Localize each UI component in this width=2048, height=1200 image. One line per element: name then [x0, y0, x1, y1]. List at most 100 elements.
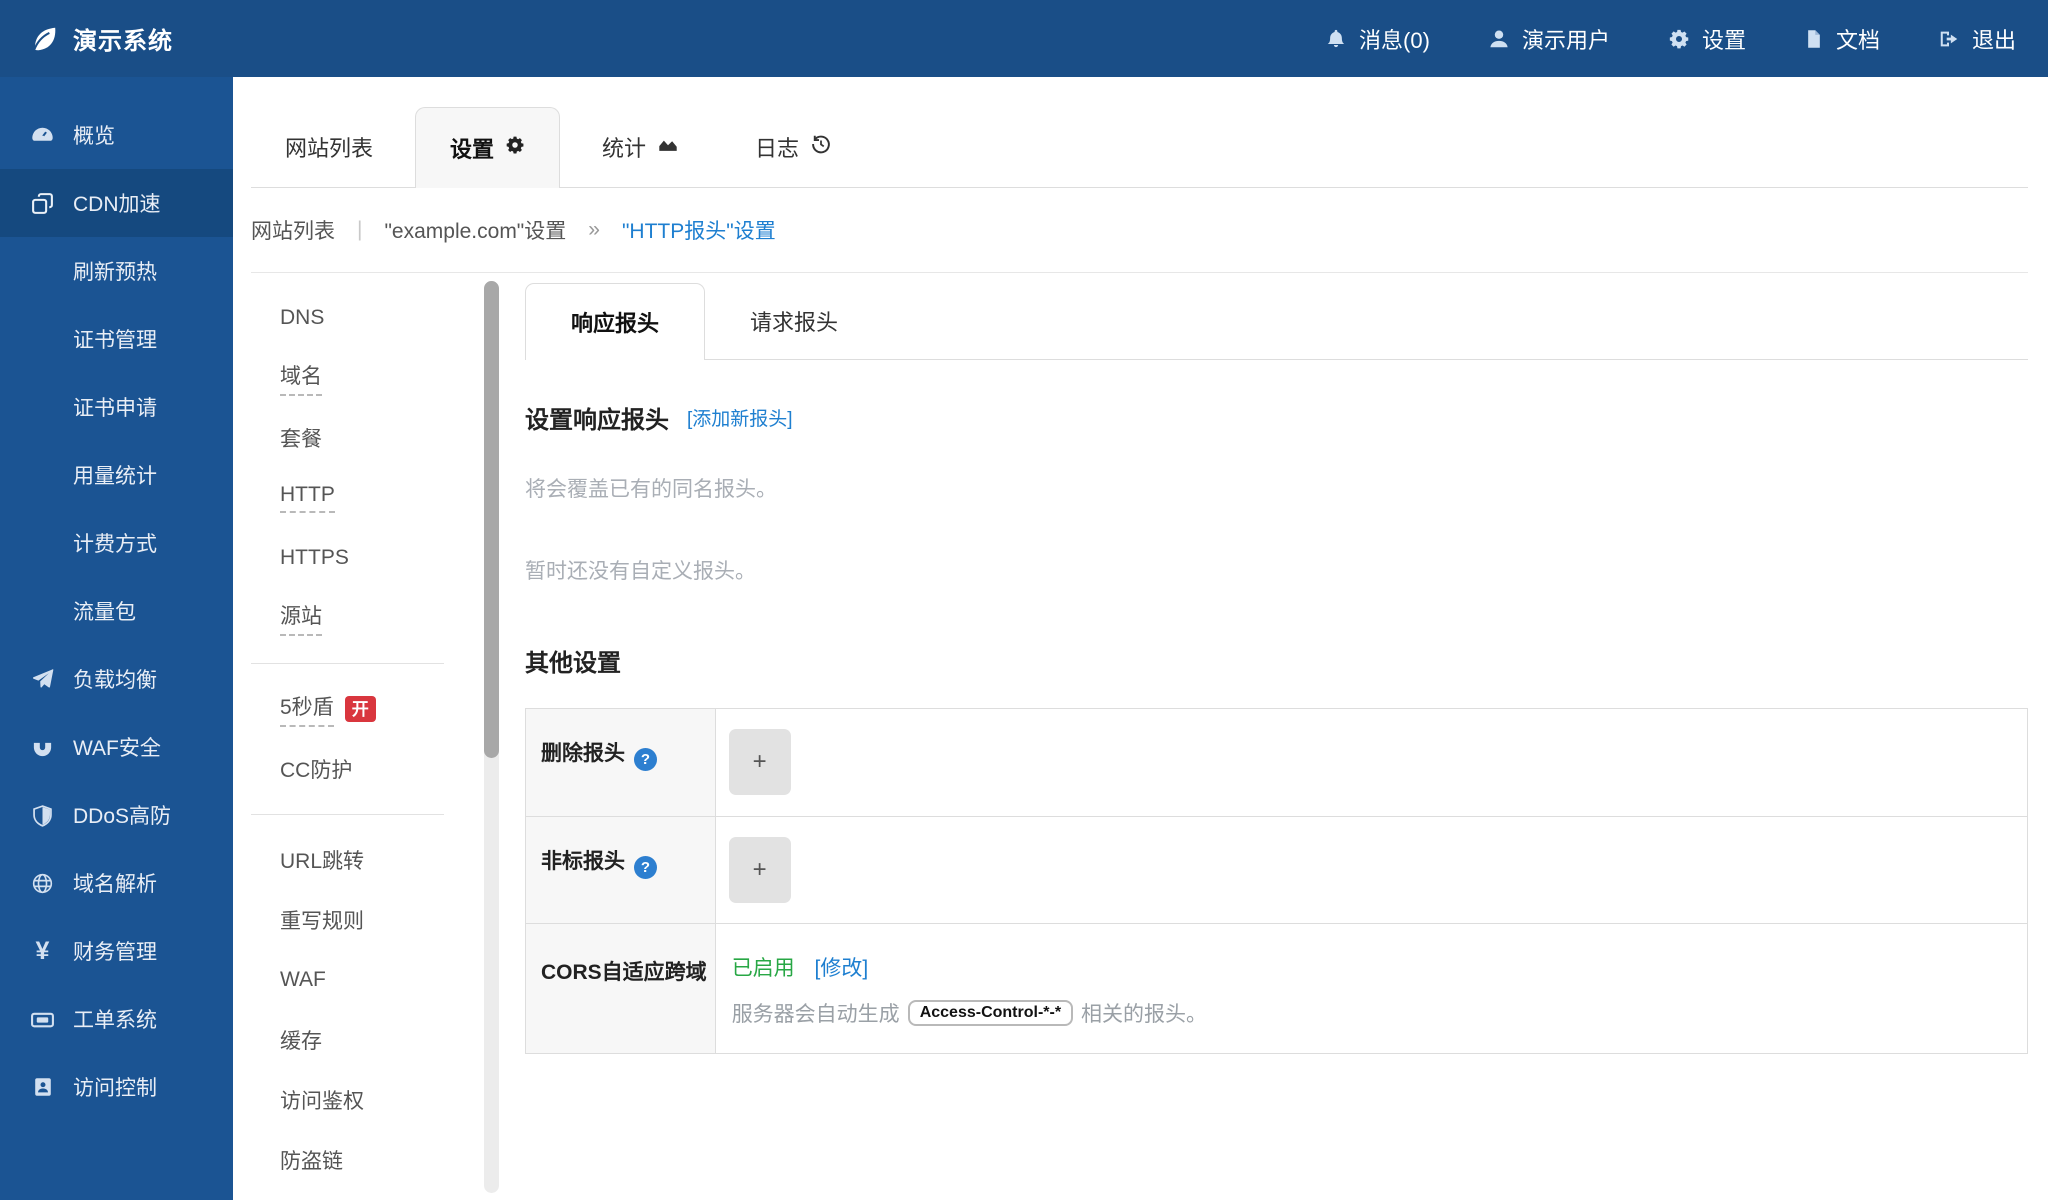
settings-label: 设置 [1702, 23, 1746, 55]
row-label-cell: 删除报头? [526, 709, 716, 817]
subnav-divider [251, 663, 444, 664]
subnav-item-rewrite-rules[interactable]: 重写规则 [251, 890, 499, 950]
sidebar-item-cdn[interactable]: CDN加速 [0, 169, 233, 237]
sidebar-item-label: CDN加速 [73, 188, 161, 218]
leaf-icon [30, 25, 58, 53]
sidebar-item-cert-manage[interactable]: 证书管理 [0, 305, 233, 373]
subnav-item-plan[interactable]: 套餐 [251, 408, 499, 468]
app-brand[interactable]: 演示系统 [0, 21, 173, 56]
tab-response-headers[interactable]: 响应报头 [525, 283, 705, 360]
breadcrumb-separator: | [357, 218, 362, 242]
clone-icon [29, 191, 56, 216]
row-value-cell: 已启用 [修改] 服务器会自动生成 Access-Control-*-* 相关的… [715, 924, 2027, 1054]
cors-edit-link[interactable]: [修改] [815, 957, 869, 980]
subnav-item-cc-protect[interactable]: CC防护 [251, 739, 499, 799]
subnav-item-hotlink[interactable]: 防盗链 [251, 1130, 499, 1190]
document-icon [1804, 28, 1824, 50]
row-label-cell: 非标报头? [526, 817, 716, 924]
cors-status-badge: 已启用 [732, 957, 795, 980]
access-control-code: Access-Control-*-* [908, 1000, 1073, 1026]
table-row-cors: CORS自适应跨域 已启用 [修改] 服务器会自动生成 Access-Contr… [526, 924, 2028, 1054]
breadcrumb-site-settings[interactable]: "example.com"设置 [384, 215, 566, 245]
globe-icon [29, 872, 56, 895]
row-value-cell: + [715, 817, 2027, 924]
subnav-item-dns[interactable]: DNS [251, 288, 499, 348]
ticket-icon [29, 1007, 56, 1032]
magnet-icon [29, 736, 56, 759]
table-row-nonstandard-headers: 非标报头? + [526, 817, 2028, 924]
paper-plane-icon [29, 667, 56, 691]
subnav-scrollbar-thumb[interactable] [484, 281, 499, 758]
sidebar-item-dns-resolve[interactable]: 域名解析 [0, 849, 233, 917]
gear-icon [505, 135, 525, 161]
table-row-remove-headers: 删除报头? + [526, 709, 2028, 817]
subnav-item-domain[interactable]: 域名 [251, 348, 499, 408]
yen-icon: ¥ [29, 937, 56, 966]
subnav-item-5s-shield[interactable]: 5秒盾 开 [251, 679, 499, 739]
breadcrumb-http-headers[interactable]: "HTTP报头"设置 [622, 215, 776, 245]
logout-menu-item[interactable]: 退出 [1938, 23, 2016, 55]
overwrite-note: 将会覆盖已有的同名报头。 [525, 473, 2028, 503]
subnav-scrollbar-track[interactable] [484, 281, 499, 1193]
brand-title: 演示系统 [73, 21, 173, 56]
subnav-item-https[interactable]: HTTPS [251, 528, 499, 588]
tab-logs[interactable]: 日志 [721, 107, 866, 187]
subnav-item-waf[interactable]: WAF [251, 950, 499, 1010]
other-settings-table: 删除报头? + 非标报头? + CORS自适应跨域 [525, 708, 2028, 1054]
id-card-icon [29, 1075, 56, 1099]
sidebar-item-overview[interactable]: 概览 [0, 101, 233, 169]
subnav-item-http[interactable]: HTTP [251, 468, 499, 528]
docs-menu-item[interactable]: 文档 [1804, 23, 1880, 55]
subnav-item-cache[interactable]: 缓存 [251, 1010, 499, 1070]
sidebar-item-traffic-pack[interactable]: 流量包 [0, 577, 233, 645]
user-menu-item[interactable]: 演示用户 [1488, 23, 1610, 55]
tab-request-headers[interactable]: 请求报头 [705, 283, 883, 359]
tab-settings[interactable]: 设置 [415, 107, 560, 188]
settings-menu-item[interactable]: 设置 [1668, 23, 1746, 55]
sidebar-item-tickets[interactable]: 工单系统 [0, 985, 233, 1053]
subnav-item-url-redirect[interactable]: URL跳转 [251, 830, 499, 890]
main-area: 网站列表 设置 统计 日志 网站列表 | "example.com"设置 » "… [233, 77, 2048, 1200]
help-question-icon[interactable]: ? [634, 856, 657, 879]
empty-note: 暂时还没有自定义报头。 [525, 555, 2028, 585]
tab-site-list[interactable]: 网站列表 [251, 107, 407, 187]
breadcrumb-separator: » [588, 218, 600, 242]
subnav-item-access-auth[interactable]: 访问鉴权 [251, 1070, 499, 1130]
other-settings-title: 其他设置 [525, 643, 2028, 678]
sidebar-item-finance[interactable]: ¥ 财务管理 [0, 917, 233, 985]
add-nonstandard-header-button[interactable]: + [729, 837, 791, 903]
sidebar-item-access-control[interactable]: 访问控制 [0, 1053, 233, 1121]
sign-out-icon [1938, 28, 1960, 50]
sidebar-item-waf-security[interactable]: WAF安全 [0, 713, 233, 781]
gear-icon [1668, 28, 1690, 50]
tachometer-icon [29, 123, 56, 148]
chart-area-icon [657, 133, 679, 161]
logout-label: 退出 [1972, 23, 2016, 55]
sidebar-item-usage-stats[interactable]: 用量统计 [0, 441, 233, 509]
shield-on-badge: 开 [345, 696, 376, 722]
tab-statistics[interactable]: 统计 [568, 107, 713, 187]
section-title: 设置响应报头 [525, 400, 669, 435]
sidebar-item-refresh-prewarm[interactable]: 刷新预热 [0, 237, 233, 305]
cors-description: 服务器会自动生成 Access-Control-*-* 相关的报头。 [732, 998, 2027, 1028]
sidebar-item-load-balance[interactable]: 负载均衡 [0, 645, 233, 713]
cors-status-line: 已启用 [修改] [732, 952, 2027, 982]
messages-menu-item[interactable]: 消息(0) [1325, 23, 1430, 55]
headers-panel: 响应报头 请求报头 设置响应报头 [添加新报头] 将会覆盖已有的同名报头。 暂时… [499, 273, 2028, 1200]
headers-tabbar: 响应报头 请求报头 [525, 283, 2028, 360]
sidebar-item-billing-mode[interactable]: 计费方式 [0, 509, 233, 577]
breadcrumb: 网站列表 | "example.com"设置 » "HTTP报头"设置 [251, 188, 2028, 273]
add-new-header-link[interactable]: [添加新报头] [687, 404, 793, 431]
topbar: 演示系统 消息(0) 演示用户 设置 文档 [0, 0, 2048, 77]
sidebar-item-ddos[interactable]: DDoS高防 [0, 781, 233, 849]
subnav-item-origin[interactable]: 源站 [251, 588, 499, 648]
user-icon [1488, 28, 1510, 50]
subnav-divider [251, 814, 444, 815]
sidebar-item-cert-apply[interactable]: 证书申请 [0, 373, 233, 441]
row-label-cell: CORS自适应跨域 [526, 924, 716, 1054]
help-question-icon[interactable]: ? [634, 748, 657, 771]
add-remove-header-button[interactable]: + [729, 729, 791, 795]
topbar-menu: 消息(0) 演示用户 设置 文档 退出 [1325, 23, 2048, 55]
response-headers-section-head: 设置响应报头 [添加新报头] [525, 400, 2028, 435]
breadcrumb-site-list[interactable]: 网站列表 [251, 215, 335, 245]
